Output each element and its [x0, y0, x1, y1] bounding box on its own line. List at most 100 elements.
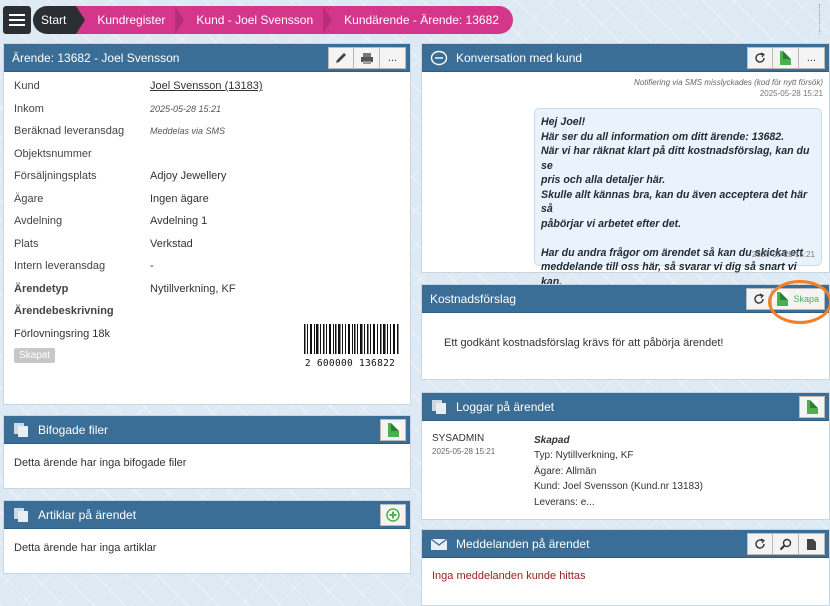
articles-icon [14, 507, 28, 522]
message-timestamp: 2025-05-28 15:21 [751, 249, 815, 259]
logs-panel-header: Loggar på ärendet [422, 393, 829, 421]
conversation-panel-header: Konversation med kund ... [422, 44, 829, 72]
label-sales-location: Försäljningsplats [14, 170, 97, 183]
label-case-description: Ärendebeskrivning [14, 305, 114, 318]
search-icon[interactable] [773, 533, 799, 555]
info-row-owner: Ägare Ingen ägare [14, 188, 400, 211]
sms-notification-timestamp: 2025-05-28 15:21 [759, 89, 823, 98]
conversation-panel: Konversation med kund ... Notifiering vi… [421, 43, 830, 288]
case-panel-title: Ärende: 13682 - Joel Svensson [12, 50, 180, 65]
label-customer: Kund [14, 80, 40, 93]
messages-panel: Meddelanden på ärendet Inga meddelanden … [421, 529, 830, 606]
info-row-received: Inkom 2025-05-28 15:21 [14, 98, 400, 121]
label-owner: Ägare [14, 192, 44, 205]
chat-bubble-icon [430, 50, 448, 65]
add-log-icon[interactable] [799, 396, 825, 418]
delivery-value: Meddelas via SMS [150, 126, 226, 137]
top-bar: Start Kundregister Kund - Joel Svensson … [0, 0, 830, 40]
case-panel-header: Ärende: 13682 - Joel Svensson ... [4, 44, 410, 72]
edit-pencil-icon[interactable] [328, 47, 354, 69]
breadcrumb-start[interactable]: Start [33, 6, 77, 34]
case-type-value: Nytillverkning, KF [150, 282, 236, 295]
place-value: Verkstad [150, 237, 193, 250]
info-row-department: Avdelning Avdelning 1 [14, 210, 400, 233]
add-article-icon[interactable] [380, 504, 406, 526]
breadcrumb-separator [175, 6, 185, 34]
hamburger-menu-icon[interactable] [3, 6, 31, 34]
log-entry: Skapad Typ: Nytillverkning, KF Ägare: Al… [534, 433, 703, 510]
top-divider [819, 4, 820, 34]
label-case-type: Ärendetyp [14, 282, 69, 295]
estimate-panel-title: Kostnadsförslag [430, 291, 517, 306]
document-icon[interactable] [799, 533, 825, 555]
breadcrumb-separator [323, 6, 333, 34]
log-line: Typ: Nytillverkning, KF [534, 450, 634, 462]
case-panel: Ärende: 13682 - Joel Svensson ... Kund Jo… [3, 43, 411, 405]
info-row-customer: Kund Joel Svensson (13183) [14, 75, 400, 98]
print-icon[interactable] [354, 47, 380, 69]
articles-panel-header: Artiklar på ärendet [4, 501, 410, 529]
barcode-number: 2 600000 136822 [304, 358, 396, 369]
log-line: Kund: Joel Svensson (Kund.nr 13183) [534, 481, 703, 493]
info-row-case-description: Ärendebeskrivning [14, 300, 400, 323]
log-line: Leverans: e... [534, 496, 595, 508]
message-line-blank [541, 231, 815, 246]
articles-empty-text: Detta ärende har inga artiklar [14, 542, 157, 554]
log-heading: Skapad [534, 435, 570, 446]
label-place: Plats [14, 237, 39, 250]
message-bubble: Hej Joel! Här ser du all information om … [534, 108, 822, 288]
messages-refresh-icon[interactable] [747, 533, 773, 555]
log-line: Ägare: Allmän [534, 465, 597, 477]
message-line: När vi har räknat klart på ditt kostnads… [541, 145, 810, 172]
breadcrumb-customer[interactable]: Kund - Joel Svensson [184, 6, 324, 34]
message-line: pris och alla detaljer här. [541, 174, 666, 186]
articles-panel-title: Artiklar på ärendet [38, 507, 137, 522]
message-line: påbörjar vi arbetet efter det. [541, 217, 682, 230]
message-line: Här ser du all information om ditt ärend… [541, 130, 785, 143]
breadcrumb-kundregister[interactable]: Kundregister [85, 6, 176, 34]
info-row-place: Plats Verkstad [14, 233, 400, 256]
messages-panel-header: Meddelanden på ärendet [422, 530, 829, 558]
breadcrumb: Start Kundregister Kund - Joel Svensson … [33, 6, 513, 34]
breadcrumb-case[interactable]: Kundärende - Ärende: 13682 [332, 6, 513, 34]
info-row-case-type: Ärendetyp Nytillverkning, KF [14, 278, 400, 301]
files-empty-text: Detta ärende har inga bifogade filer [14, 457, 187, 469]
label-internal-delivery: Intern leveransdag [14, 260, 106, 273]
customer-link[interactable]: Joel Svensson (13183) [150, 80, 263, 92]
logs-panel: Loggar på ärendet SYSADMIN 2025-05-28 15… [421, 392, 830, 520]
label-object-number: Objektsnummer [14, 147, 92, 160]
messages-panel-title: Meddelanden på ärendet [456, 536, 590, 551]
estimate-panel: Kostnadsförslag Skapa Ett godkänt kostna… [421, 280, 830, 380]
message-line: Hej Joel! [541, 116, 586, 128]
owner-value: Ingen ägare [150, 192, 209, 205]
sales-location-value: Adjoy Jewellery [150, 170, 227, 183]
internal-delivery-value: - [150, 260, 154, 273]
message-line: Skulle allt kännas bra, kan du även acce… [541, 188, 808, 216]
barcode: 2 600000 136822 [296, 324, 404, 369]
new-message-icon[interactable] [773, 47, 799, 69]
files-panel-header: Bifogade filer [4, 416, 410, 444]
files-icon [14, 422, 28, 437]
info-row-sales-location: Försäljningsplats Adjoy Jewellery [14, 165, 400, 188]
department-value: Avdelning 1 [150, 215, 208, 228]
refresh-icon[interactable] [747, 47, 773, 69]
estimate-body-text: Ett godkänt kostnadsförslag krävs för at… [444, 337, 724, 349]
description-text: Förlovningsring 18k [14, 327, 110, 340]
files-panel: Bifogade filer Detta ärende har inga bif… [3, 415, 411, 489]
info-row-delivery: Beräknad leveransdag Meddelas via SMS [14, 120, 400, 143]
highlight-circle [768, 280, 830, 324]
articles-panel: Artiklar på ärendet Detta ärende har ing… [3, 500, 411, 574]
conversation-panel-title: Konversation med kund [456, 50, 583, 65]
label-department: Avdelning [14, 215, 63, 228]
received-value: 2025-05-28 15:21 [150, 103, 222, 114]
barcode-graphic [304, 324, 399, 354]
add-file-icon[interactable] [380, 419, 406, 441]
more-options-button[interactable]: ... [380, 47, 406, 69]
label-delivery: Beräknad leveransdag [14, 125, 125, 138]
label-received: Inkom [14, 102, 44, 115]
conversation-more-button[interactable]: ... [799, 47, 825, 69]
breadcrumb-separator [76, 6, 86, 34]
sms-notification-note: Notifiering via SMS misslyckades (kod fö… [634, 78, 823, 87]
info-row-object-number: Objektsnummer [14, 143, 400, 166]
info-row-internal-delivery: Intern leveransdag - [14, 255, 400, 278]
